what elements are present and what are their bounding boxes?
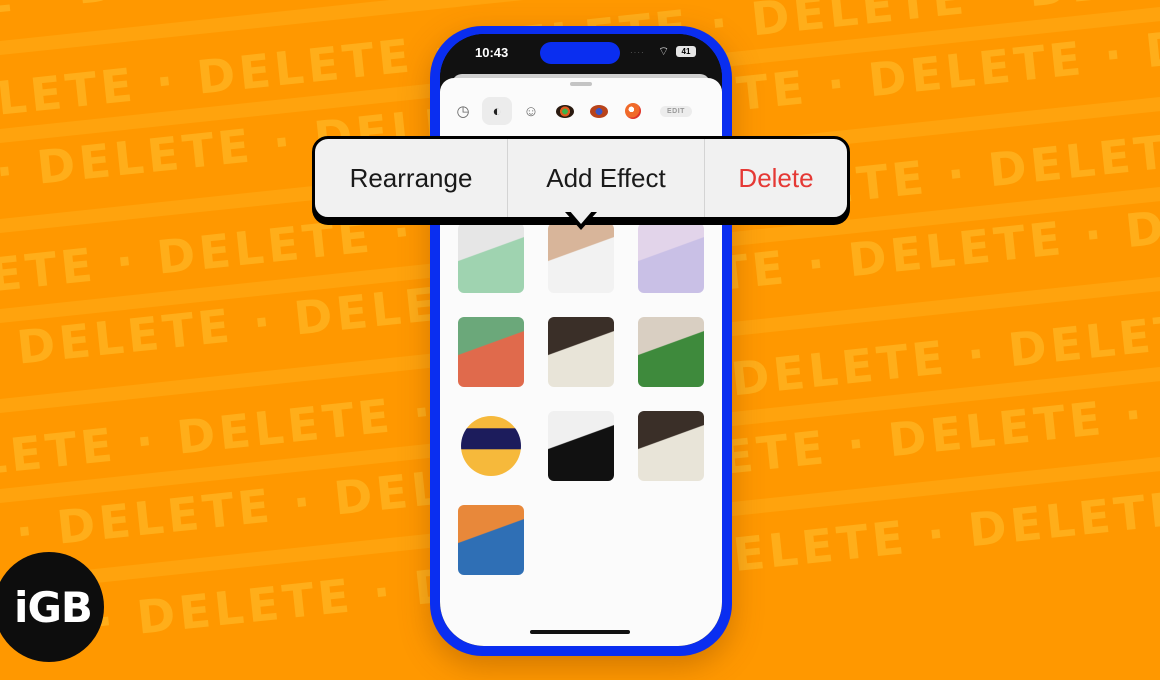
delete-button[interactable]: Delete <box>705 139 847 217</box>
sticker-grid <box>446 218 716 580</box>
status-bar: 10:43 ···· ⌔ 41 <box>440 34 722 74</box>
sticker-cell[interactable] <box>626 406 716 486</box>
sticker-drawer-tabs: ◷ ◐ ☺ EDIT <box>448 94 714 128</box>
phone-screen: 10:43 ···· ⌔ 41 ◷ ◐ ☺ EDIT <box>440 34 722 646</box>
sticker-context-menu: Rearrange Add Effect Delete <box>312 136 850 220</box>
home-indicator[interactable] <box>530 630 630 634</box>
phone-bezel: 10:43 ···· ⌔ 41 ◷ ◐ ☺ EDIT <box>440 34 722 646</box>
app-icon-ring <box>556 104 574 118</box>
sticker-cell[interactable] <box>446 312 536 392</box>
sticker-man-seated-side[interactable] <box>638 411 704 481</box>
smiley-icon: ☺ <box>523 102 539 120</box>
sticker-cell[interactable] <box>626 218 716 298</box>
status-time: 10:43 <box>475 45 509 60</box>
tab-app-1[interactable] <box>550 97 580 125</box>
tab-app-3[interactable] <box>618 97 648 125</box>
tab-stickers[interactable]: ◐ <box>482 97 512 125</box>
sticker-motorcycle[interactable] <box>458 317 524 387</box>
sticker-vr-goggles-emoji[interactable] <box>461 416 521 476</box>
sticker-bottle-in-hand[interactable] <box>548 411 614 481</box>
dynamic-island <box>540 42 620 64</box>
iphone-frame: 10:43 ···· ⌔ 41 ◷ ◐ ☺ EDIT <box>430 26 732 656</box>
app-icon-flame <box>625 103 641 119</box>
sticker-monk-figurines[interactable] <box>458 505 524 575</box>
sheet-grabber[interactable] <box>570 82 592 86</box>
sticker-cell[interactable] <box>536 406 626 486</box>
battery-icon: 41 <box>676 46 696 57</box>
sticker-cell[interactable] <box>446 406 536 486</box>
sticker-cell[interactable] <box>446 218 536 298</box>
tab-app-2[interactable] <box>584 97 614 125</box>
sticker-cell[interactable] <box>536 312 626 392</box>
sticker-potted-plant[interactable] <box>638 317 704 387</box>
sticker-peel-icon: ◐ <box>492 102 502 120</box>
menu-pointer-fill <box>569 210 593 224</box>
logo-text: iGB <box>14 582 93 632</box>
sticker-two-men-selfie[interactable] <box>458 223 524 293</box>
add-effect-button[interactable]: Add Effect <box>508 139 705 217</box>
signal-icon: ···· <box>630 48 645 57</box>
clock-icon: ◷ <box>456 103 470 120</box>
sticker-cell[interactable] <box>446 500 536 580</box>
sticker-man-lavender-shirt[interactable] <box>638 223 704 293</box>
tab-recents[interactable]: ◷ <box>448 97 478 125</box>
sticker-cell[interactable] <box>626 312 716 392</box>
sticker-man-white-tshirt[interactable] <box>548 223 614 293</box>
sticker-man-seated-glasses[interactable] <box>548 317 614 387</box>
tab-emoji[interactable]: ☺ <box>516 97 546 125</box>
app-icon-game <box>590 104 608 118</box>
rearrange-button[interactable]: Rearrange <box>315 139 508 217</box>
wifi-icon: ⌔ <box>658 44 670 58</box>
sticker-cell[interactable] <box>536 218 626 298</box>
edit-button[interactable]: EDIT <box>660 105 692 117</box>
